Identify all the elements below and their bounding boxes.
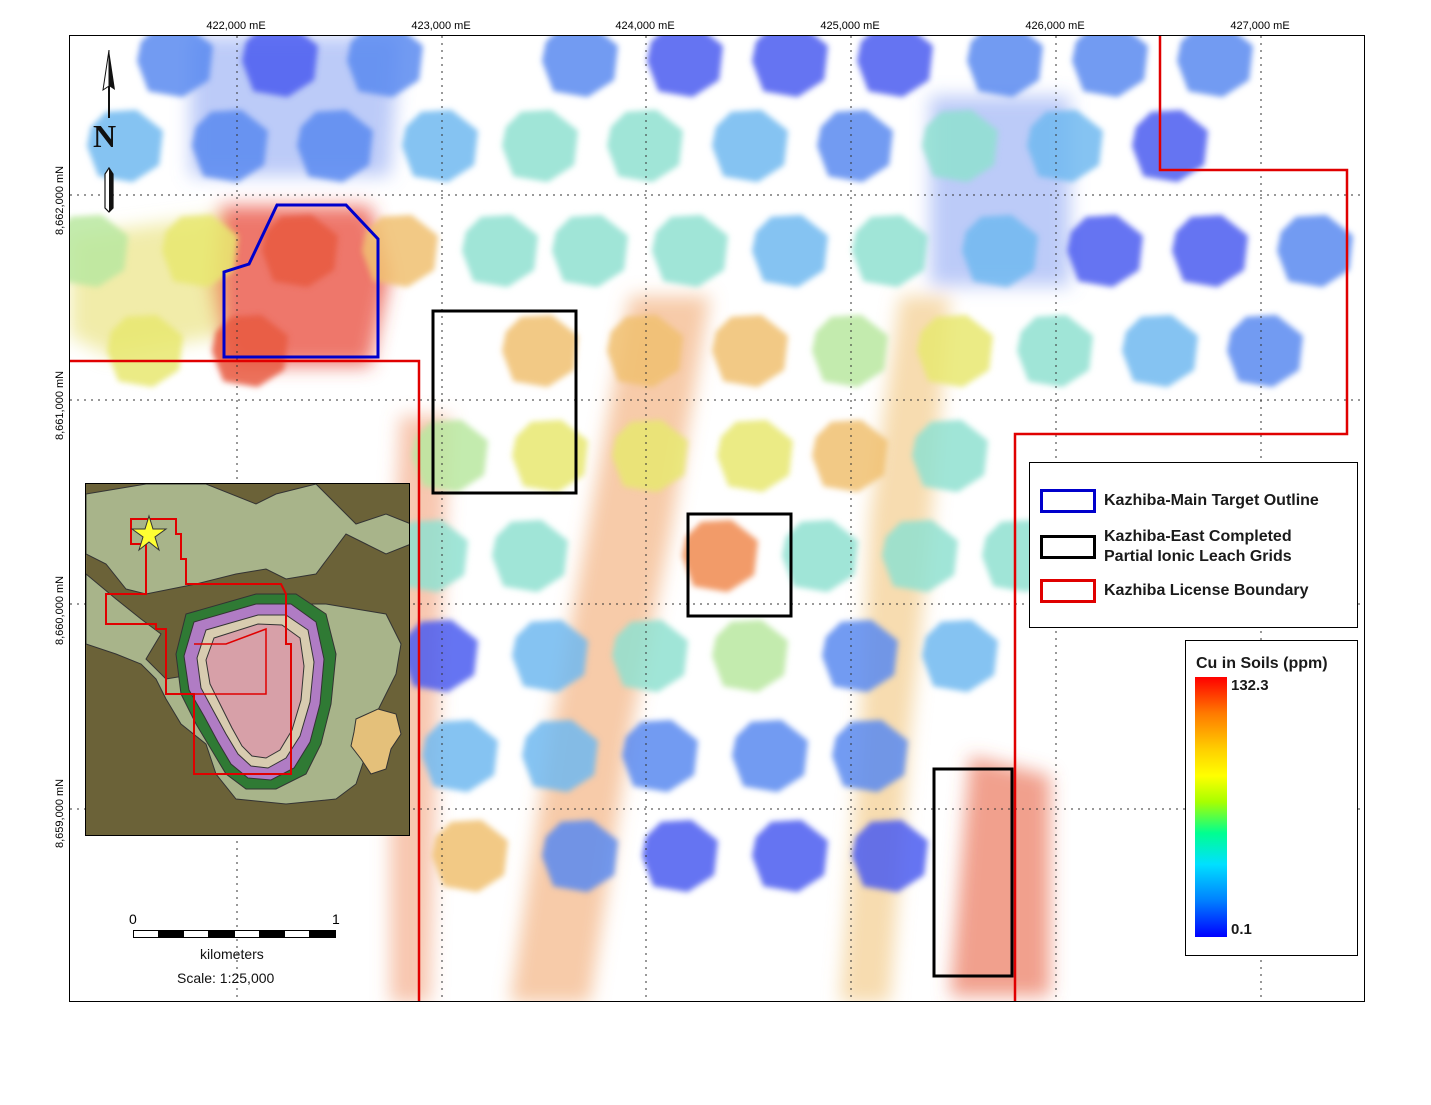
scale-bar-segment: [134, 931, 160, 937]
soil-sample-blob: [402, 109, 478, 183]
x-axis-label: 424,000 mE: [615, 20, 675, 32]
x-axis-label: 425,000 mE: [820, 20, 880, 32]
legend-label: Kazhiba-East Completed Partial Ionic Lea…: [1104, 528, 1292, 565]
soil-sample-blob: [492, 519, 568, 593]
soil-sample-blob: [502, 314, 578, 388]
legend-item-ionic-leach: Kazhiba-East Completed Partial Ionic Lea…: [1040, 527, 1292, 567]
soil-sample-blob: [857, 36, 933, 98]
soil-sample-blob: [1072, 36, 1148, 98]
soil-sample-blob: [712, 619, 788, 693]
soil-sample-blob: [612, 619, 688, 693]
colorbar-ramp: [1195, 677, 1227, 937]
soil-sample-blob: [817, 109, 893, 183]
legend-swatch-red: [1040, 579, 1096, 603]
soil-sample-blob: [922, 619, 998, 693]
soil-sample-blob: [917, 314, 993, 388]
soil-sample-blob: [607, 109, 683, 183]
north-letter: N: [93, 118, 117, 154]
soil-sample-blob: [1067, 214, 1143, 288]
soil-sample-blob: [622, 719, 698, 793]
soil-sample-blob: [542, 36, 618, 98]
soil-sample-blob: [647, 36, 723, 98]
scale-bar-segment: [259, 931, 285, 937]
soil-sample-blob: [1122, 314, 1198, 388]
soil-sample-blob: [1227, 314, 1303, 388]
x-axis-label: 427,000 mE: [1230, 20, 1290, 32]
legend-label: Kazhiba License Boundary: [1104, 582, 1309, 599]
soil-sample-blob: [852, 214, 928, 288]
soil-sample-blob: [362, 214, 438, 288]
scale-bar-segment: [184, 931, 210, 937]
soil-sample-blob: [812, 314, 888, 388]
soil-sample-blob: [752, 214, 828, 288]
soil-sample-blob: [882, 519, 958, 593]
x-axis-label: 423,000 mE: [411, 20, 471, 32]
soil-sample-blob: [852, 819, 928, 893]
soil-sample-blob: [412, 419, 488, 493]
soil-sample-blob: [402, 619, 478, 693]
soil-sample-blob: [422, 719, 498, 793]
soil-sample-blob: [1177, 36, 1253, 98]
soil-sample-blob: [782, 519, 858, 593]
soil-sample-blob: [1277, 214, 1353, 288]
scale-tick-end: 1: [332, 911, 340, 927]
map-legend: Kazhiba-Main Target Outline Kazhiba-East…: [1029, 462, 1358, 628]
legend-swatch-black: [1040, 535, 1096, 559]
colorbar-legend: Cu in Soils (ppm) 132.3 0.1: [1185, 640, 1358, 956]
map-figure: 422,000 mE 423,000 mE 424,000 mE 425,000…: [0, 0, 1431, 1105]
scale-tick-start: 0: [129, 911, 137, 927]
scale-bar-segment: [209, 931, 235, 937]
soil-sample-blob: [347, 36, 423, 98]
x-axis-label: 426,000 mE: [1025, 20, 1085, 32]
soil-sample-blob: [752, 36, 828, 98]
soil-sample-blob: [712, 109, 788, 183]
soil-sample-blob: [462, 214, 538, 288]
scale-bar-segment: [285, 931, 310, 937]
scale-bar: [133, 930, 336, 938]
scale-bar-segment: [309, 931, 335, 937]
inset-map-canvas: [86, 484, 409, 835]
soil-sample-blob: [1027, 109, 1103, 183]
soil-sample-blob: [652, 214, 728, 288]
colorbar-title: Cu in Soils (ppm): [1196, 655, 1328, 672]
soil-sample-blob: [717, 419, 793, 493]
soil-sample-blob: [552, 214, 628, 288]
soil-sample-blob: [432, 819, 508, 893]
anomaly-band: [950, 756, 1050, 996]
y-axis-label: 8,661,000 mN: [54, 370, 66, 440]
soil-sample-blob: [502, 109, 578, 183]
soil-sample-blob: [1017, 314, 1093, 388]
soil-sample-blob: [1132, 109, 1208, 183]
x-axis-label: 422,000 mE: [206, 20, 266, 32]
scale-unit-label: kilometers: [200, 946, 264, 962]
scale-bar-segment: [159, 931, 185, 937]
y-axis-label: 8,659,000 mN: [54, 778, 66, 848]
colorbar-min-label: 0.1: [1231, 921, 1252, 938]
y-axis-label: 8,662,000 mN: [54, 165, 66, 235]
scale-bar-segment: [235, 931, 260, 937]
scale-ratio-label: Scale: 1:25,000: [177, 970, 275, 986]
inset-location-map[interactable]: [85, 483, 410, 836]
soil-sample-blob: [642, 819, 718, 893]
soil-sample-blob: [712, 314, 788, 388]
soil-sample-blob: [752, 819, 828, 893]
soil-sample-blob: [682, 519, 758, 593]
soil-sample-blob: [912, 419, 988, 493]
soil-sample-blob: [732, 719, 808, 793]
legend-swatch-blue: [1040, 489, 1096, 513]
soil-sample-blob: [1172, 214, 1248, 288]
colorbar-max-label: 132.3: [1231, 677, 1269, 694]
soil-sample-blob: [967, 36, 1043, 98]
legend-label: Kazhiba-Main Target Outline: [1104, 492, 1319, 509]
y-axis-label: 8,660,000 mN: [54, 575, 66, 645]
legend-item-main-target: Kazhiba-Main Target Outline: [1040, 489, 1319, 513]
legend-item-license: Kazhiba License Boundary: [1040, 579, 1309, 603]
